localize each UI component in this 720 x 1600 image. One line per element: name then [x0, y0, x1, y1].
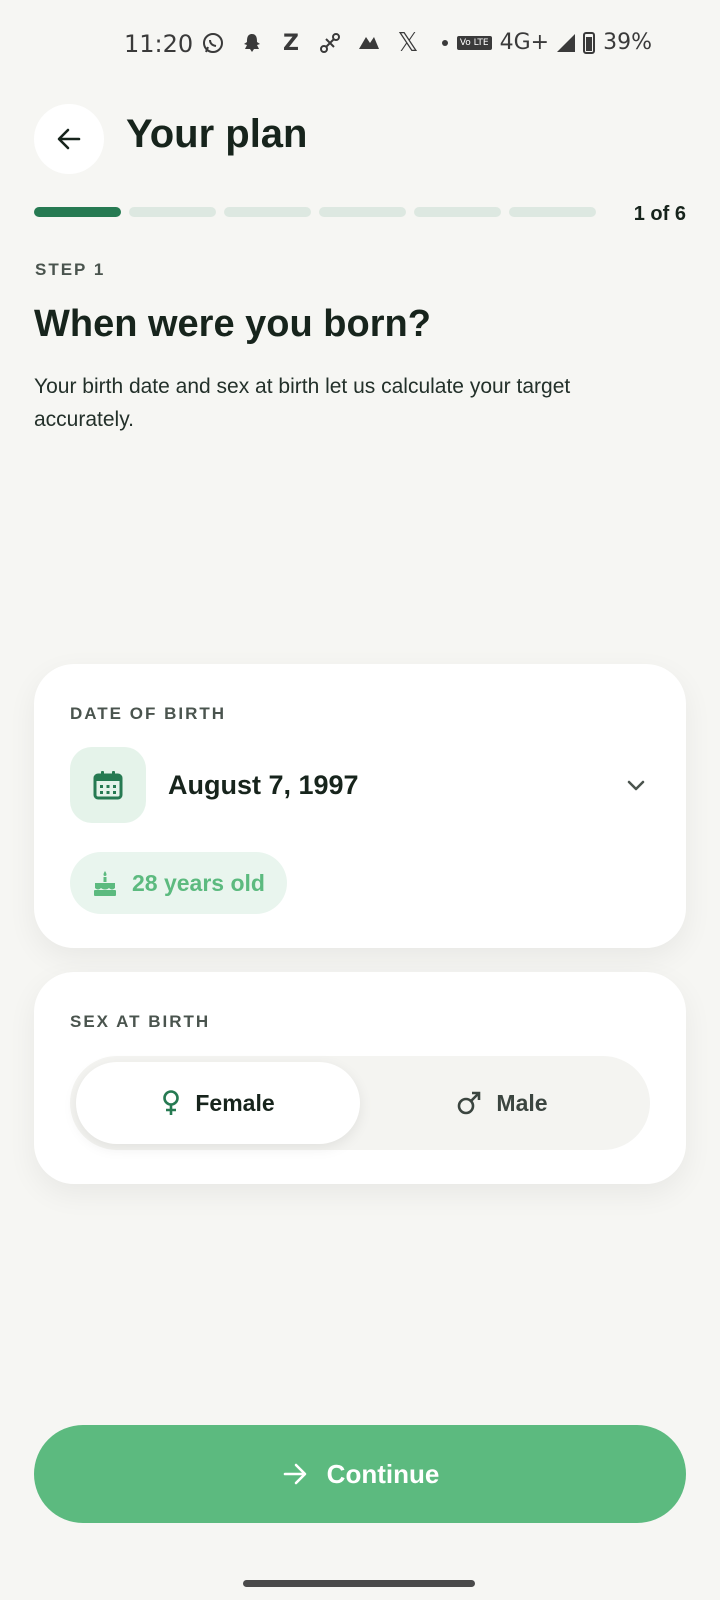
- question-heading: When were you born?: [34, 303, 431, 345]
- progress-segment: [129, 207, 216, 217]
- progress-segment: [509, 207, 596, 217]
- progress-bar: [34, 207, 596, 217]
- battery-level: 39%: [603, 30, 652, 55]
- more-notifications-dot: [442, 40, 448, 46]
- sex-option-label: Female: [195, 1089, 275, 1116]
- continue-button[interactable]: Continue: [34, 1425, 686, 1523]
- back-button[interactable]: [34, 104, 104, 174]
- battery-icon: [583, 31, 596, 54]
- date-of-birth-picker[interactable]: August 7, 1997: [70, 747, 650, 823]
- snapchat-icon: [239, 30, 265, 56]
- network-label: 4G+: [499, 30, 550, 55]
- date-of-birth-value: August 7, 1997: [168, 769, 359, 800]
- system-icons: Vo LTE 4G+ 39%: [456, 30, 652, 55]
- date-of-birth-label: DATE OF BIRTH: [70, 704, 227, 723]
- age-label: 28 years old: [132, 869, 265, 896]
- chevron-down-icon[interactable]: [622, 771, 650, 799]
- volte-badge: Vo LTE: [456, 35, 492, 50]
- date-of-birth-card: DATE OF BIRTH August 7, 1997 28 years ol…: [34, 664, 686, 948]
- home-indicator[interactable]: [243, 1580, 475, 1587]
- arrow-left-icon: [57, 128, 81, 150]
- sex-option-female[interactable]: Female: [76, 1062, 360, 1144]
- page-title: Your plan: [126, 112, 308, 156]
- sex-option-label: Male: [496, 1089, 548, 1116]
- z-icon: Z: [283, 30, 299, 56]
- cake-icon: [94, 871, 116, 896]
- female-icon: [163, 1090, 180, 1115]
- signal-icon: [557, 33, 576, 52]
- male-icon: [458, 1091, 481, 1115]
- age-badge: 28 years old: [70, 852, 287, 914]
- x-icon: 𝕏: [397, 28, 419, 58]
- progress-segment: [414, 207, 501, 217]
- calendar-icon: [93, 771, 123, 800]
- arrow-right-icon: [283, 1463, 306, 1485]
- continue-label: Continue: [326, 1458, 440, 1489]
- progress-segment: [224, 207, 311, 217]
- progress-segment: [319, 207, 406, 217]
- step-label: STEP 1: [35, 260, 106, 279]
- question-subtitle: Your birth date and sex at birth let us …: [34, 375, 571, 431]
- whatsapp-icon: [200, 30, 226, 56]
- status-bar: 11:20 Z 𝕏 Vo LTE 4G+ 39%: [0, 0, 720, 90]
- app-icon: [356, 30, 382, 56]
- status-time: 11:20: [124, 30, 194, 58]
- progress-label: 1 of 6: [633, 203, 686, 225]
- calendar-icon-tile: [70, 747, 146, 823]
- progress-segment: [34, 207, 121, 217]
- sex-option-male[interactable]: Male: [360, 1062, 644, 1144]
- notification-icons: Z 𝕏: [200, 28, 448, 58]
- sex-at-birth-label: SEX AT BIRTH: [70, 1012, 211, 1031]
- scissors-icon: [317, 30, 343, 56]
- sex-segmented-control: Female Male: [70, 1056, 650, 1150]
- sex-at-birth-card: SEX AT BIRTH Female Male: [34, 972, 686, 1184]
- screen: 11:20 Z 𝕏 Vo LTE 4G+ 39% Your plan 1 of …: [0, 0, 720, 1600]
